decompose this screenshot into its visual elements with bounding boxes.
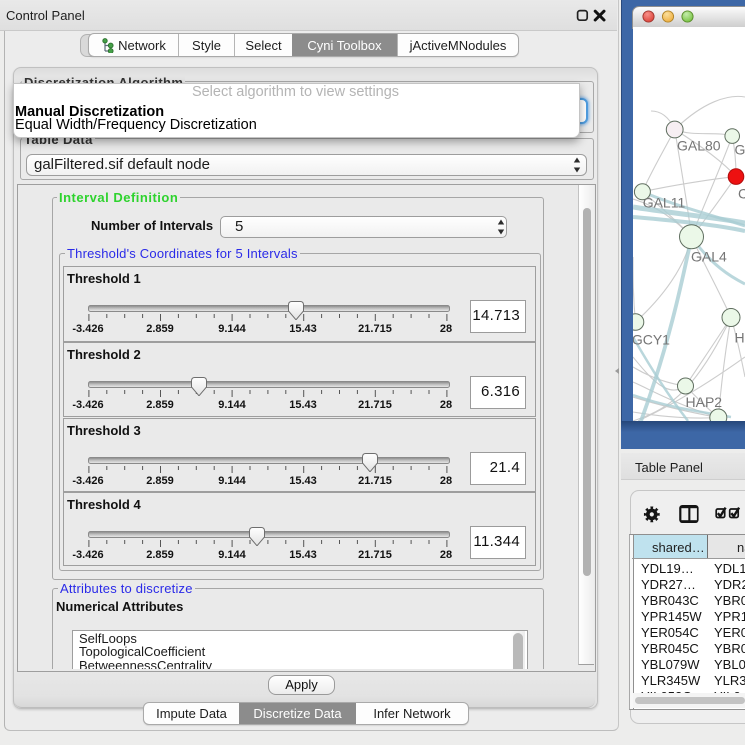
svg-text:HAP2: HAP2 [686,394,723,410]
svg-text:GCY1: GCY1 [633,332,670,348]
svg-text:GAL11: GAL11 [643,195,686,211]
svg-text:H: H [735,330,745,346]
svg-text:GA: GA [735,142,745,158]
svg-text:C: C [738,186,745,202]
svg-text:GAL80: GAL80 [677,138,721,154]
svg-text:GAL4: GAL4 [691,249,727,265]
